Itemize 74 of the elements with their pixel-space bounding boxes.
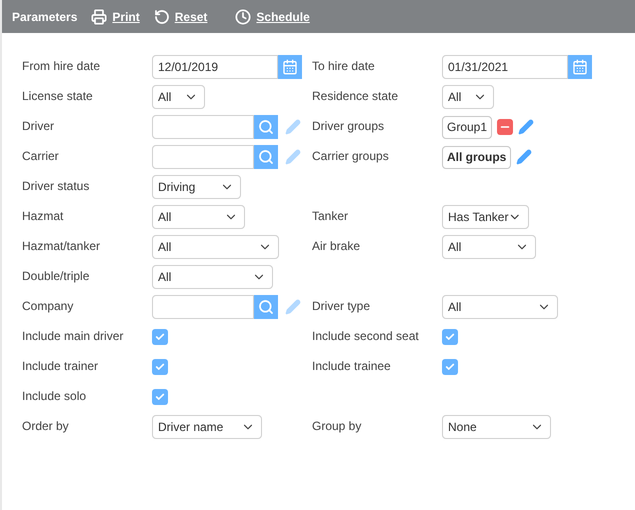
- search-icon: [258, 149, 274, 165]
- field-label: Hazmat/tanker: [22, 238, 100, 255]
- calendar-button[interactable]: [278, 55, 302, 79]
- field-label: Include main driver: [22, 328, 124, 345]
- check-icon: [445, 362, 455, 372]
- field-label: Group by: [312, 418, 362, 435]
- checkbox[interactable]: [152, 389, 168, 405]
- calendar-icon: [282, 59, 298, 75]
- clock-icon: [235, 8, 252, 24]
- group-tag[interactable]: Group1: [442, 116, 492, 138]
- field-label: Driver: [22, 118, 54, 135]
- check-icon: [445, 332, 455, 342]
- field-label: License state: [22, 88, 93, 105]
- dropdown[interactable]: All: [152, 235, 279, 259]
- dropdown[interactable]: All: [442, 235, 536, 259]
- dropdown[interactable]: All: [152, 205, 245, 229]
- dropdown[interactable]: Driving: [152, 175, 241, 199]
- field-label: Driver status: [22, 178, 90, 195]
- search-icon: [258, 119, 274, 135]
- date-field[interactable]: 01/31/2021: [442, 55, 568, 79]
- field-label: Include trainee: [312, 358, 391, 375]
- field-label: Tanker: [312, 208, 348, 225]
- dropdown[interactable]: Driver name: [152, 415, 262, 439]
- pencil-icon[interactable]: [285, 149, 301, 165]
- checkbox[interactable]: [442, 359, 458, 375]
- field-label: Company: [22, 298, 74, 315]
- reset-link[interactable]: Reset: [154, 8, 208, 26]
- calendar-button[interactable]: [568, 55, 592, 79]
- toolbar-title: Parameters: [12, 8, 78, 26]
- dropdown[interactable]: All: [152, 85, 205, 109]
- dropdown[interactable]: Has Tanker: [442, 205, 529, 229]
- search-button[interactable]: [254, 295, 278, 319]
- field-label: From hire date: [22, 58, 100, 75]
- checkbox[interactable]: [152, 359, 168, 375]
- dropdown[interactable]: All: [442, 85, 494, 109]
- field-label: Air brake: [312, 238, 360, 255]
- pencil-icon[interactable]: [516, 149, 532, 165]
- field-label: Include solo: [22, 388, 86, 405]
- schedule-link[interactable]: Schedule: [235, 8, 310, 26]
- pencil-icon[interactable]: [285, 119, 301, 135]
- checkbox[interactable]: [152, 329, 168, 345]
- check-icon: [155, 392, 165, 402]
- search-icon: [258, 299, 274, 315]
- field-label: Double/triple: [22, 268, 90, 285]
- field-label: To hire date: [312, 58, 375, 75]
- print-link[interactable]: Print: [91, 8, 140, 26]
- search-button[interactable]: [254, 145, 278, 169]
- group-tag[interactable]: All groups: [442, 146, 512, 168]
- input-field[interactable]: [152, 145, 254, 169]
- checkbox[interactable]: [442, 329, 458, 345]
- input-field[interactable]: [152, 295, 254, 319]
- check-icon: [155, 362, 165, 372]
- remove-button[interactable]: [497, 119, 514, 135]
- reset-icon: [154, 8, 170, 24]
- input-field[interactable]: [152, 115, 254, 139]
- printer-icon: [91, 8, 108, 24]
- pencil-icon[interactable]: [285, 299, 301, 315]
- pencil-icon[interactable]: [518, 119, 534, 135]
- check-icon: [155, 332, 165, 342]
- field-label: Hazmat: [22, 208, 64, 225]
- calendar-icon: [572, 59, 588, 75]
- field-label: Include trainer: [22, 358, 98, 375]
- field-label: Driver groups: [312, 118, 384, 135]
- field-label: Residence state: [312, 88, 398, 105]
- search-button[interactable]: [254, 115, 278, 139]
- dropdown[interactable]: None: [442, 415, 551, 439]
- field-label: Carrier groups: [312, 148, 389, 165]
- field-label: Include second seat: [312, 328, 419, 345]
- field-label: Order by: [22, 418, 69, 435]
- field-label: Carrier: [22, 148, 59, 165]
- date-field[interactable]: 12/01/2019: [152, 55, 278, 79]
- dropdown[interactable]: All: [442, 295, 558, 319]
- field-label: Driver type: [312, 298, 370, 315]
- dropdown[interactable]: All: [152, 265, 273, 289]
